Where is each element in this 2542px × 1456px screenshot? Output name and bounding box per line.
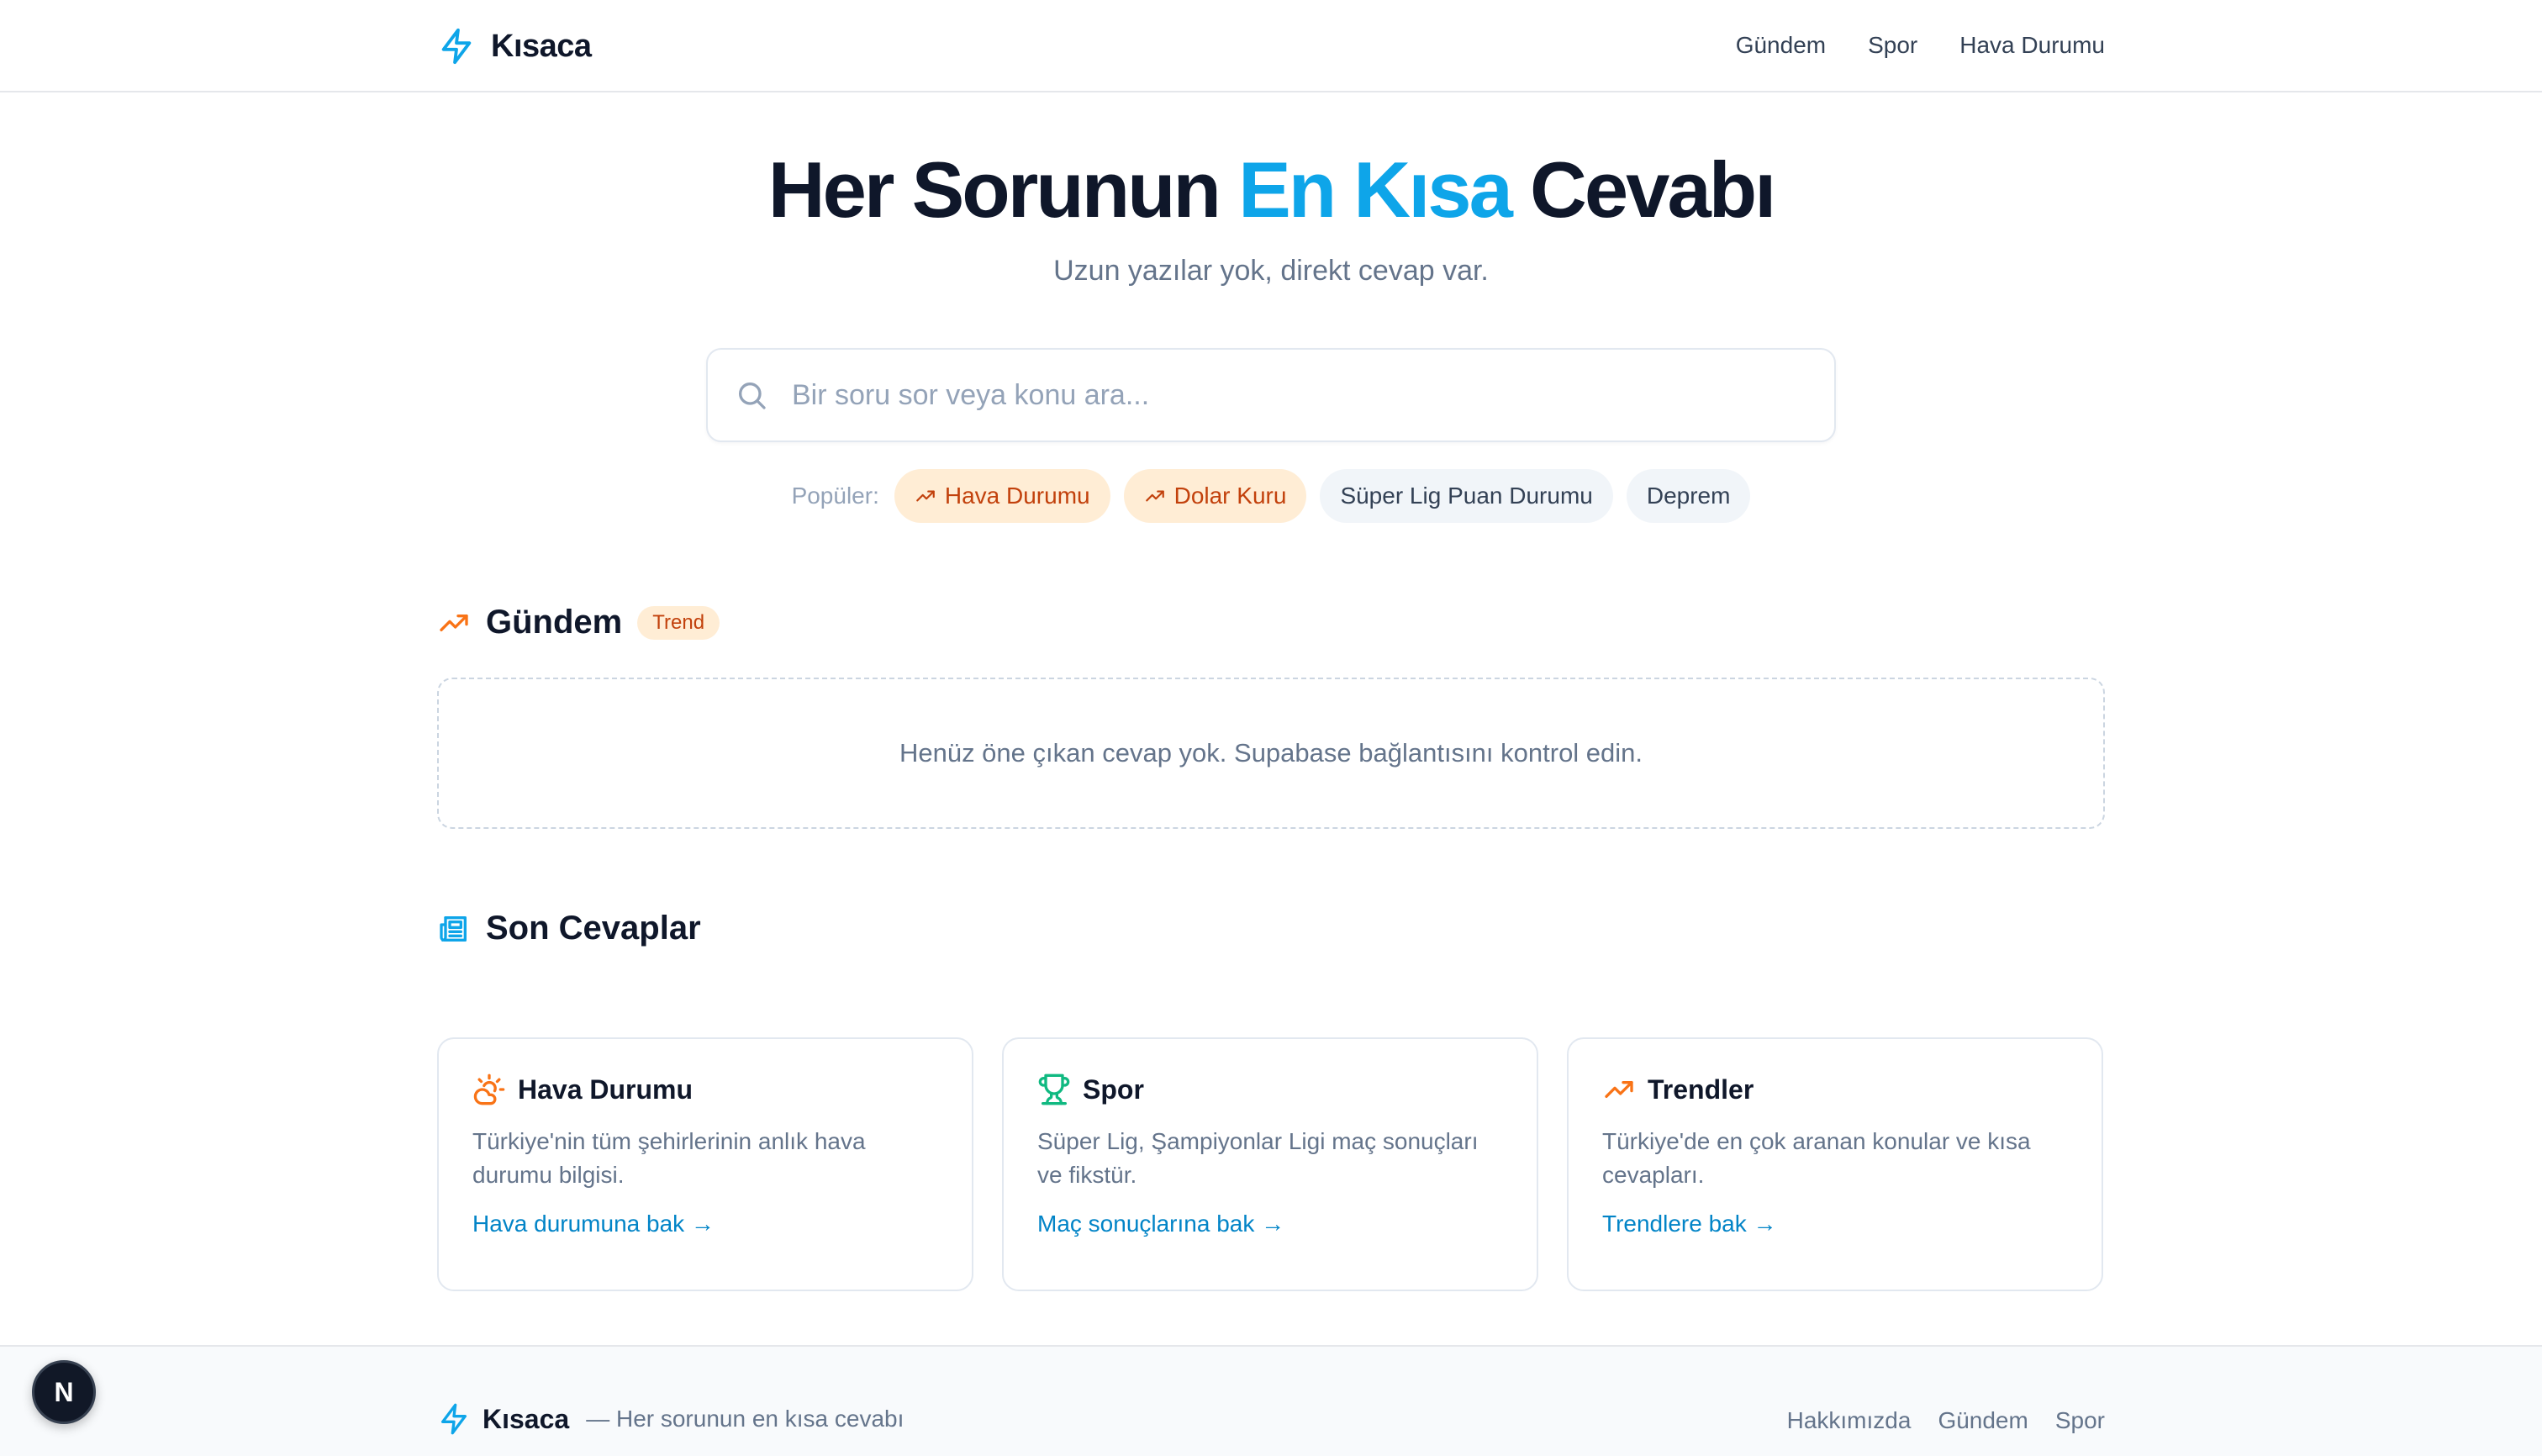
lightning-bolt-icon	[441, 1403, 467, 1435]
site-footer: Kısaca — Her sorunun en kısa cevabı Hakk…	[0, 1345, 2542, 1456]
footer-link-hakkimizda[interactable]: Hakkımızda	[1787, 1407, 1912, 1434]
nav-link-spor[interactable]: Spor	[1868, 29, 1917, 62]
search-box[interactable]	[706, 348, 1836, 442]
gundem-section-header: Gündem Trend	[437, 604, 720, 641]
search-input[interactable]	[792, 378, 1801, 412]
chip-label: Dolar Kuru	[1173, 483, 1287, 509]
footer-nav: Hakkımızda Gündem Spor	[1787, 1407, 2105, 1434]
trending-up-icon	[1145, 490, 1164, 502]
brand-name: Kısaca	[491, 28, 592, 64]
nav-link-hava-durumu[interactable]: Hava Durumu	[1959, 29, 2105, 62]
cloud-sun-icon	[473, 1074, 505, 1105]
gundem-title: Gündem	[486, 604, 623, 641]
card-header: Trendler	[1602, 1073, 2068, 1106]
nextjs-dev-badge[interactable]: N	[32, 1360, 96, 1424]
card-title: Trendler	[1648, 1074, 1754, 1105]
brand-logo[interactable]: Kısaca	[437, 24, 592, 69]
card-description: Türkiye'de en çok aranan konular ve kısa…	[1602, 1128, 2031, 1188]
card-link-hava-durumu[interactable]: Hava durumuna bak →	[472, 1211, 715, 1237]
newspaper-icon	[440, 915, 467, 942]
card-title: Spor	[1083, 1074, 1144, 1105]
popular-chip-hava-durumu[interactable]: Hava Durumu	[894, 469, 1110, 523]
nav-link-gundem[interactable]: Gündem	[1736, 29, 1826, 62]
card-trendler[interactable]: Trendler Türkiye'de en çok aranan konula…	[1567, 1037, 2103, 1291]
main-nav: Gündem Spor Hava Durumu	[1736, 29, 2105, 62]
card-spor[interactable]: Spor Süper Lig, Şampiyonlar Ligi maç son…	[1002, 1037, 1538, 1291]
gundem-empty-state: Henüz öne çıkan cevap yok. Supabase bağl…	[437, 678, 2105, 829]
trending-up-icon	[916, 490, 935, 502]
footer-tagline: — Her sorunun en kısa cevabı	[586, 1406, 904, 1432]
card-hava-durumu[interactable]: Hava Durumu Türkiye'nin tüm şehirlerinin…	[437, 1037, 973, 1291]
footer-link-spor[interactable]: Spor	[2055, 1407, 2105, 1434]
hero-subtitle: Uzun yazılar yok, direkt cevap var.	[1053, 255, 1489, 287]
footer-brand-name: Kısaca	[483, 1403, 570, 1434]
popular-label: Popüler:	[791, 483, 879, 509]
card-description: Süper Lig, Şampiyonlar Ligi maç sonuçlar…	[1037, 1128, 1479, 1188]
hero-title-accent: En Kısa	[1238, 145, 1513, 234]
trending-up-icon	[1605, 1081, 1633, 1098]
card-link-trendler[interactable]: Trendlere bak →	[1602, 1211, 1777, 1237]
footer-link-gundem[interactable]: Gündem	[1938, 1407, 2028, 1434]
card-link-spor[interactable]: Maç sonuçlarına bak →	[1037, 1211, 1284, 1237]
hero-title-part1: Her Sorunun	[767, 145, 1221, 234]
lightning-bolt-icon	[441, 28, 472, 65]
footer-brand[interactable]: Kısaca — Her sorunun en kısa cevabı	[437, 1402, 904, 1436]
popular-chip-deprem[interactable]: Deprem	[1626, 469, 1751, 523]
card-header: Spor	[1037, 1073, 1503, 1106]
recent-title: Son Cevaplar	[486, 910, 701, 947]
recent-cards: Hava Durumu Türkiye'nin tüm şehirlerinin…	[437, 1037, 2105, 1291]
popular-searches: Popüler: Hava Durumu Dolar Kuru Süper Li…	[0, 469, 2542, 523]
site-header: Kısaca Gündem Spor Hava Durumu	[0, 0, 2542, 92]
chip-label: Hava Durumu	[944, 483, 1090, 509]
popular-chip-dolar-kuru[interactable]: Dolar Kuru	[1123, 469, 1307, 523]
card-description: Türkiye'nin tüm şehirlerinin anlık hava …	[472, 1128, 866, 1188]
trophy-icon	[1038, 1074, 1070, 1105]
popular-chip-super-lig[interactable]: Süper Lig Puan Durumu	[1320, 469, 1613, 523]
chip-label: Süper Lig Puan Durumu	[1340, 483, 1593, 509]
card-title: Hava Durumu	[518, 1074, 694, 1105]
hero-title: Her Sorunun En Kısa Cevabı	[0, 141, 2542, 239]
search-icon	[739, 382, 766, 409]
chip-label: Deprem	[1646, 483, 1731, 509]
trend-badge: Trend	[637, 605, 720, 640]
card-header: Hava Durumu	[472, 1073, 938, 1106]
trending-up-icon	[440, 614, 468, 631]
recent-section-header: Son Cevaplar	[437, 910, 701, 947]
hero-title-part2: Cevabı	[1530, 145, 1776, 234]
